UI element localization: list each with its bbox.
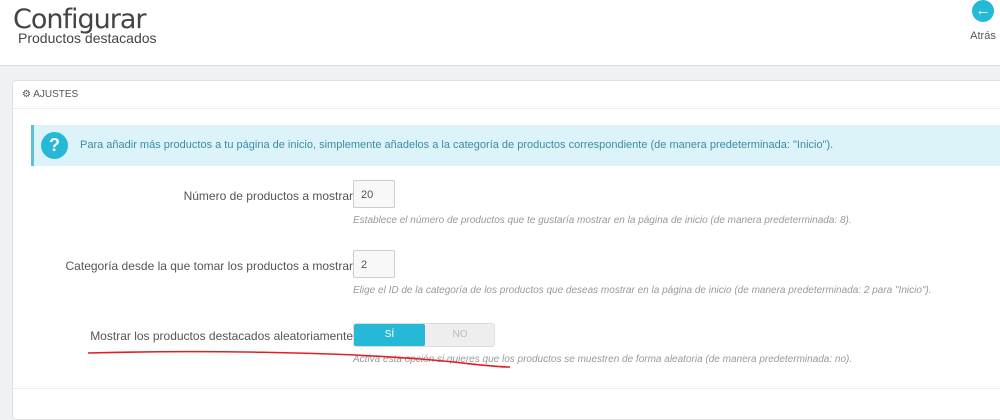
info-alert: ? Para añadir más productos a tu página … [31,125,1000,166]
settings-panel: ⚙ AJUSTES ? Para añadir más productos a … [12,80,1000,420]
switch-no[interactable]: NO [425,324,495,346]
arrow-left-circle-icon: ← [972,0,994,22]
panel-title: AJUSTES [33,89,79,100]
page-subtitle: Productos destacados [18,30,157,46]
page-header: Configurar Productos destacados ← Atrás [0,0,1000,66]
category-label: Categoría desde la que tomar los product… [65,259,353,273]
products-count-help: Establece el número de productos que te … [353,215,852,226]
switch-yes[interactable]: SÍ [354,324,425,346]
back-button[interactable]: ← Atrás [966,0,1000,42]
random-label: Mostrar los productos destacados aleator… [90,329,353,343]
category-help: Elige el ID de la categoría de los produ… [353,285,932,296]
products-count-input[interactable]: 20 [353,180,395,208]
random-switch[interactable]: SÍ NO [353,323,495,347]
products-count-label: Número de productos a mostrar [183,189,353,203]
back-label: Atrás [970,30,996,42]
alert-text: Para añadir más productos a tu página de… [80,139,834,151]
panel-heading: ⚙ AJUSTES [13,81,1000,109]
cogs-icon: ⚙ [22,89,31,100]
category-input[interactable]: 2 [353,250,395,278]
panel-divider [13,388,1000,389]
random-help: Activa esta opción si quieres que los pr… [353,354,853,365]
question-icon: ? [41,132,68,159]
